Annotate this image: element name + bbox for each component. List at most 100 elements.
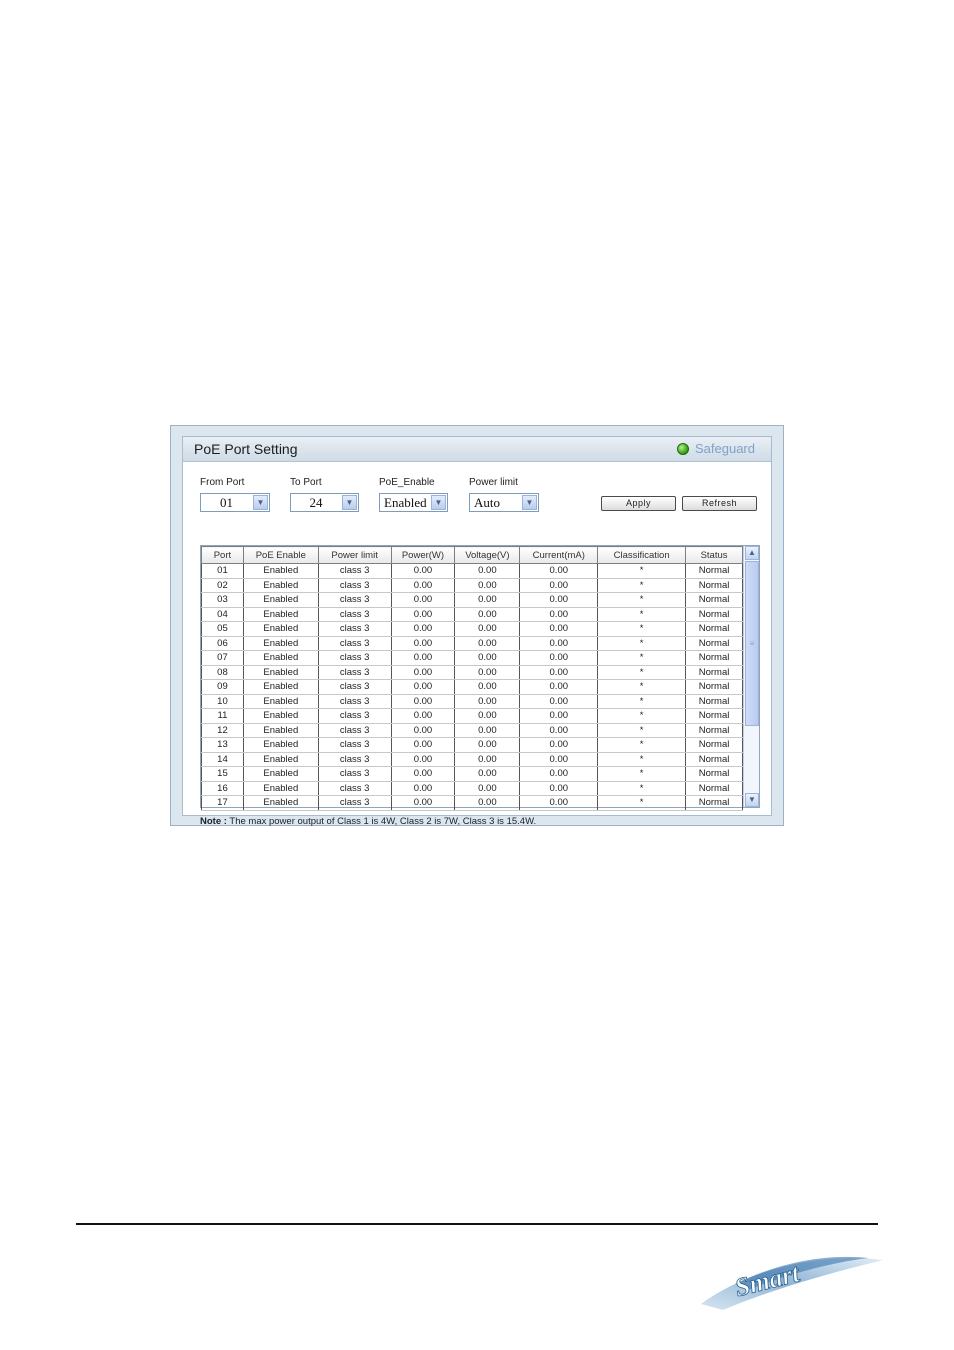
to-port-select[interactable]: 24 ▼ bbox=[290, 493, 359, 512]
cell-power: 0.00 bbox=[390, 607, 456, 622]
cell-power: 0.00 bbox=[390, 578, 456, 593]
cell-port: 03 bbox=[201, 592, 244, 608]
chevron-down-icon[interactable]: ▼ bbox=[431, 495, 446, 510]
cell-status: Normal bbox=[685, 679, 743, 695]
cell-poe-enable: Enabled bbox=[242, 752, 319, 767]
cell-classification: * bbox=[597, 563, 687, 579]
cell-classification: * bbox=[597, 752, 687, 767]
cell-power: 0.00 bbox=[390, 752, 456, 767]
chevron-down-icon[interactable]: ▼ bbox=[522, 495, 537, 510]
cell-port: 14 bbox=[201, 752, 244, 767]
table-row[interactable]: 09 Enabled class 3 0.00 0.00 0.00 * Normal bbox=[201, 679, 743, 695]
cell-classification: * bbox=[597, 694, 687, 709]
panel-header: PoE Port Setting Safeguard bbox=[183, 437, 771, 462]
column-header-power[interactable]: Power(W) bbox=[390, 546, 456, 564]
poe-port-setting-window: PoE Port Setting Safeguard From Port To … bbox=[170, 425, 784, 827]
cell-status: Normal bbox=[685, 737, 743, 753]
cell-power-limit: class 3 bbox=[317, 708, 392, 724]
column-header-power-limit[interactable]: Power limit bbox=[317, 546, 392, 564]
table-row[interactable]: 15 Enabled class 3 0.00 0.00 0.00 * Normal bbox=[201, 766, 743, 782]
table-row[interactable]: 12 Enabled class 3 0.00 0.00 0.00 * Normal bbox=[201, 723, 743, 738]
cell-port: 11 bbox=[201, 708, 244, 724]
cell-voltage: 0.00 bbox=[454, 607, 521, 622]
table-row[interactable]: 03 Enabled class 3 0.00 0.00 0.00 * Normal bbox=[201, 592, 743, 608]
cell-classification: * bbox=[597, 607, 687, 622]
column-header-poe-enable[interactable]: PoE Enable bbox=[242, 546, 319, 564]
cell-power: 0.00 bbox=[390, 563, 456, 579]
chevron-down-icon[interactable]: ▼ bbox=[342, 495, 357, 510]
column-header-current[interactable]: Current(mA) bbox=[519, 546, 599, 564]
cell-current: 0.00 bbox=[519, 563, 599, 579]
cell-poe-enable: Enabled bbox=[242, 766, 319, 782]
table-row[interactable]: 06 Enabled class 3 0.00 0.00 0.00 * Normal bbox=[201, 636, 743, 651]
column-header-status[interactable]: Status bbox=[685, 546, 743, 564]
table-row[interactable]: 11 Enabled class 3 0.00 0.00 0.00 * Normal bbox=[201, 708, 743, 724]
cell-voltage: 0.00 bbox=[454, 592, 521, 608]
cell-power: 0.00 bbox=[390, 795, 456, 811]
cell-power-limit: class 3 bbox=[317, 607, 392, 622]
cell-power: 0.00 bbox=[390, 781, 456, 796]
table-row[interactable]: 05 Enabled class 3 0.00 0.00 0.00 * Normal bbox=[201, 621, 743, 637]
cell-classification: * bbox=[597, 708, 687, 724]
cell-power: 0.00 bbox=[390, 723, 456, 738]
cell-status: Normal bbox=[685, 795, 743, 811]
cell-classification: * bbox=[597, 723, 687, 738]
power-limit-label: Power limit bbox=[469, 477, 518, 488]
cell-poe-enable: Enabled bbox=[242, 636, 319, 651]
column-header-port[interactable]: Port bbox=[201, 546, 244, 564]
cell-classification: * bbox=[597, 578, 687, 593]
cell-power-limit: class 3 bbox=[317, 592, 392, 608]
table-header-row: Port PoE Enable Power limit Power(W) Vol… bbox=[201, 546, 743, 564]
from-port-select[interactable]: 01 ▼ bbox=[200, 493, 270, 512]
cell-power-limit: class 3 bbox=[317, 650, 392, 666]
cell-current: 0.00 bbox=[519, 781, 599, 796]
cell-current: 0.00 bbox=[519, 650, 599, 666]
cell-port: 16 bbox=[201, 781, 244, 796]
cell-power-limit: class 3 bbox=[317, 679, 392, 695]
scroll-up-icon[interactable]: ▲ bbox=[745, 546, 759, 560]
table-row[interactable]: 08 Enabled class 3 0.00 0.00 0.00 * Normal bbox=[201, 665, 743, 680]
power-limit-select[interactable]: Auto ▼ bbox=[469, 493, 539, 512]
scroll-down-icon[interactable]: ▼ bbox=[745, 793, 759, 807]
table-row[interactable]: 16 Enabled class 3 0.00 0.00 0.00 * Normal bbox=[201, 781, 743, 796]
cell-port: 10 bbox=[201, 694, 244, 709]
cell-poe-enable: Enabled bbox=[242, 737, 319, 753]
table-scrollbar[interactable]: ▲ ≡ ▼ bbox=[743, 546, 759, 807]
cell-classification: * bbox=[597, 650, 687, 666]
cell-status: Normal bbox=[685, 636, 743, 651]
table-row[interactable]: 04 Enabled class 3 0.00 0.00 0.00 * Normal bbox=[201, 607, 743, 622]
table-row[interactable]: 02 Enabled class 3 0.00 0.00 0.00 * Normal bbox=[201, 578, 743, 593]
cell-power: 0.00 bbox=[390, 650, 456, 666]
cell-power: 0.00 bbox=[390, 766, 456, 782]
panel-body: From Port To Port PoE_Enable Power limit… bbox=[183, 462, 771, 827]
cell-poe-enable: Enabled bbox=[242, 592, 319, 608]
cell-voltage: 0.00 bbox=[454, 636, 521, 651]
note-text: The max power output of Class 1 is 4W, C… bbox=[226, 816, 537, 827]
cell-port: 05 bbox=[201, 621, 244, 637]
apply-button[interactable]: Apply bbox=[601, 496, 676, 511]
cell-power-limit: class 3 bbox=[317, 563, 392, 579]
cell-power-limit: class 3 bbox=[317, 578, 392, 593]
chevron-down-icon[interactable]: ▼ bbox=[253, 495, 268, 510]
cell-port: 01 bbox=[201, 563, 244, 579]
cell-power: 0.00 bbox=[390, 737, 456, 753]
table-row[interactable]: 07 Enabled class 3 0.00 0.00 0.00 * Normal bbox=[201, 650, 743, 666]
table-row[interactable]: 13 Enabled class 3 0.00 0.00 0.00 * Normal bbox=[201, 737, 743, 753]
table-row[interactable]: 14 Enabled class 3 0.00 0.00 0.00 * Normal bbox=[201, 752, 743, 767]
logo-text: Smart bbox=[732, 1258, 803, 1302]
cell-voltage: 0.00 bbox=[454, 679, 521, 695]
cell-port: 07 bbox=[201, 650, 244, 666]
table-row[interactable]: 17 Enabled class 3 0.00 0.00 0.00 * Normal bbox=[201, 795, 743, 811]
column-header-voltage[interactable]: Voltage(V) bbox=[454, 546, 521, 564]
table-row[interactable]: 10 Enabled class 3 0.00 0.00 0.00 * Normal bbox=[201, 694, 743, 709]
refresh-button[interactable]: Refresh bbox=[682, 496, 757, 511]
scrollbar-thumb[interactable]: ≡ bbox=[745, 561, 759, 726]
cell-status: Normal bbox=[685, 592, 743, 608]
cell-power-limit: class 3 bbox=[317, 752, 392, 767]
table-row[interactable]: 01 Enabled class 3 0.00 0.00 0.00 * Normal bbox=[201, 563, 743, 579]
column-header-classification[interactable]: Classification bbox=[597, 546, 687, 564]
power-note: Note : The max power output of Class 1 i… bbox=[200, 816, 536, 827]
cell-poe-enable: Enabled bbox=[242, 708, 319, 724]
cell-status: Normal bbox=[685, 607, 743, 622]
poe-enable-select[interactable]: Enabled ▼ bbox=[379, 493, 448, 512]
